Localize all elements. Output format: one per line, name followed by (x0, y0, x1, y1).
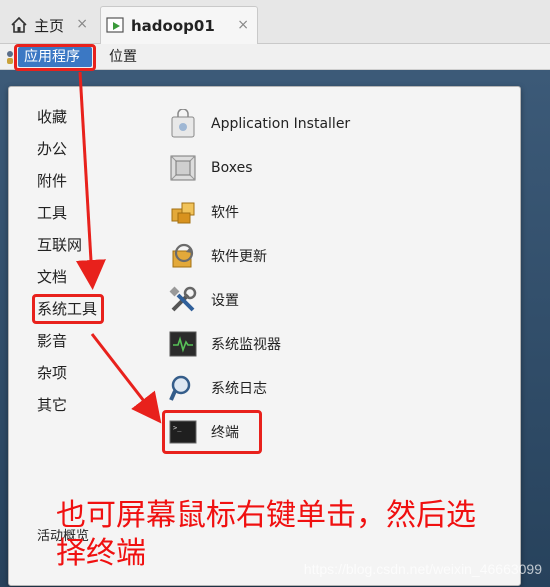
arrow-to-terminal (90, 333, 162, 424)
annotation-text-line1: 也可屏幕鼠标右键单击，然后选 (56, 498, 476, 533)
annotation-text-line2: 择终端 (56, 536, 146, 571)
watermark: https://blog.csdn.net/weixin_46663099 (303, 561, 542, 577)
arrow-to-system-tools (75, 71, 106, 290)
